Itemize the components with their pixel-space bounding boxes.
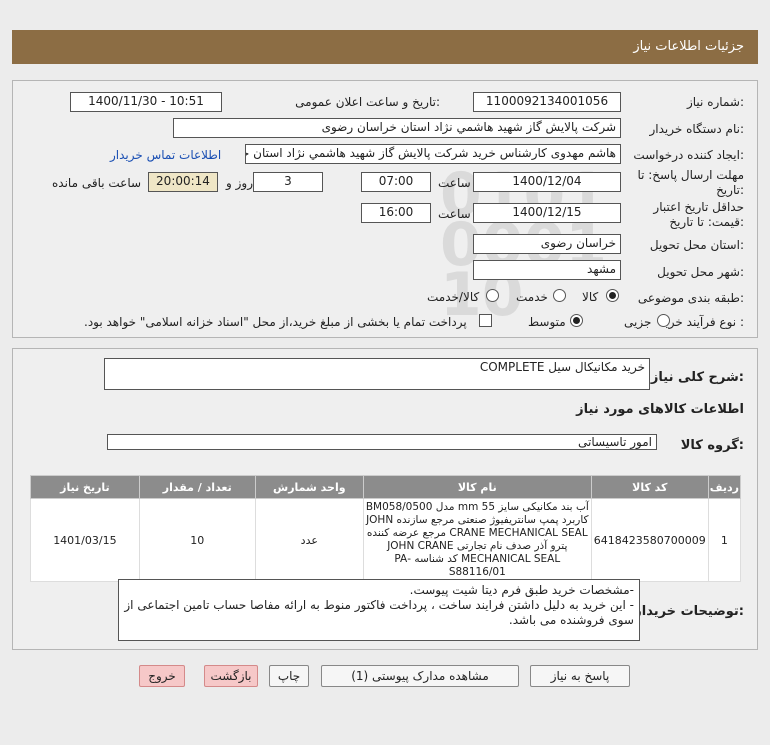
reply-time-field: 07:00	[361, 172, 431, 192]
page-title: جزئیات اطلاعات نیاز	[633, 39, 744, 54]
process-option-minor: جزیی	[624, 315, 652, 329]
buyer-notes-box: -مشخصات خرید طبق فرم دیتا شیت پیوست. - ا…	[118, 579, 640, 641]
group-field: امور تاسیساتی	[107, 434, 657, 450]
col-code: کد کالا	[590, 475, 709, 499]
category-option-goods: کالا	[582, 290, 599, 304]
announce-field: 1400/11/30 - 10:51	[70, 92, 222, 112]
print-button[interactable]: چاپ	[269, 665, 309, 687]
col-date: تاریخ نیاز	[30, 475, 140, 499]
creator-field: هاشم مهدوی کارشناس خرید شرکت پالایش گاز …	[245, 144, 621, 164]
category-option-both: کالا/خدمت	[427, 290, 480, 304]
validity-time-field: 16:00	[361, 203, 431, 223]
col-name: نام کالا	[362, 475, 592, 499]
cell-date: 1401/03/15	[30, 498, 140, 582]
remaining-time-field: 20:00:14	[148, 172, 218, 192]
col-qty: تعداد / مقدار	[138, 475, 256, 499]
cell-index: 1	[707, 498, 742, 582]
summary-field: خرید مکانیکال سیل COMPLETE	[104, 358, 650, 390]
attachments-button[interactable]: مشاهده مدارک پیوستی (1)	[321, 665, 519, 687]
days-field: 3	[253, 172, 323, 192]
exit-button[interactable]: خروج	[139, 665, 185, 687]
goods-table-header: ردیف کد کالا نام کالا واحد شمارش تعداد /…	[30, 475, 742, 499]
validity-date-field: 1400/12/15	[473, 203, 621, 223]
need-number-field: 1100092134001056	[473, 92, 621, 112]
category-label: طبقه بندی موضوعی:	[637, 291, 744, 305]
goods-table: ردیف کد کالا نام کالا واحد شمارش تعداد /…	[30, 475, 742, 582]
days-label: روز و	[226, 176, 253, 190]
buyer-note-line: -مشخصات خرید طبق فرم دیتا شیت پیوست.	[409, 583, 634, 597]
reply-time-label: ساعت	[438, 176, 471, 190]
need-number-label: شماره نیاز:	[686, 95, 744, 109]
province-label: استان محل تحویل:	[649, 238, 744, 252]
category-radio-service[interactable]	[553, 289, 566, 302]
validity-time-label: ساعت	[438, 207, 471, 221]
cell-name: آب بند مکانیکی سایز mm 55 مدل BM058/0500…	[362, 498, 592, 582]
page-header: جزئیات اطلاعات نیاز	[12, 30, 758, 64]
cell-unit: عدد	[254, 498, 364, 582]
reply-button[interactable]: پاسخ به نیاز	[530, 665, 630, 687]
goods-info-title: اطلاعات کالاهای مورد نیاز	[576, 402, 744, 417]
process-label: نوع فرآیند خرید :	[659, 315, 744, 329]
treasury-checkbox[interactable]	[479, 314, 492, 327]
col-index: ردیف	[707, 475, 742, 499]
process-radio-medium[interactable]	[570, 314, 583, 327]
summary-label: شرح کلی نیاز:	[650, 370, 744, 385]
cell-code: 6418423580700009	[590, 498, 709, 582]
category-radio-both[interactable]	[486, 289, 499, 302]
category-option-service: خدمت	[516, 290, 548, 304]
category-radio-goods[interactable]	[606, 289, 619, 302]
announce-label: تاریخ و ساعت اعلان عمومی:	[295, 95, 440, 109]
back-button[interactable]: بازگشت	[204, 665, 258, 687]
buyer-org-label: نام دستگاه خریدار:	[649, 122, 745, 136]
buyer-org-field: شرکت پالایش گاز شهید هاشمي نژاد استان خر…	[173, 118, 621, 138]
group-label: گروه کالا:	[680, 438, 744, 453]
table-row: 1 6418423580700009 آب بند مکانیکی سایز m…	[30, 498, 742, 582]
province-field: خراسان رضوی	[473, 234, 621, 254]
remaining-label: ساعت باقی مانده	[52, 176, 142, 190]
cell-qty: 10	[138, 498, 256, 582]
col-unit: واحد شمارش	[254, 475, 364, 499]
city-label: شهر محل تحویل:	[657, 265, 744, 279]
payment-note: پرداخت تمام یا بخشی از مبلغ خرید،از محل …	[84, 315, 467, 329]
validity-label: حداقل تاریخ اعتبار قیمت: تا تاریخ:	[653, 200, 744, 229]
creator-label: ایجاد کننده درخواست:	[633, 148, 744, 162]
buyer-notes-label: توضیحات خریدار:	[634, 604, 744, 619]
process-radio-minor[interactable]	[657, 314, 670, 327]
reply-date-field: 1400/12/04	[473, 172, 621, 192]
process-option-medium: متوسط	[528, 315, 566, 329]
city-field: مشهد	[473, 260, 621, 280]
contact-info-link[interactable]: اطلاعات تماس خریدار	[110, 148, 221, 162]
buyer-note-line: - این خرید به دلیل داشتن فرایند ساخت ، پ…	[124, 598, 634, 627]
reply-deadline-label: مهلت ارسال پاسخ: تا تاریخ:	[637, 168, 744, 197]
